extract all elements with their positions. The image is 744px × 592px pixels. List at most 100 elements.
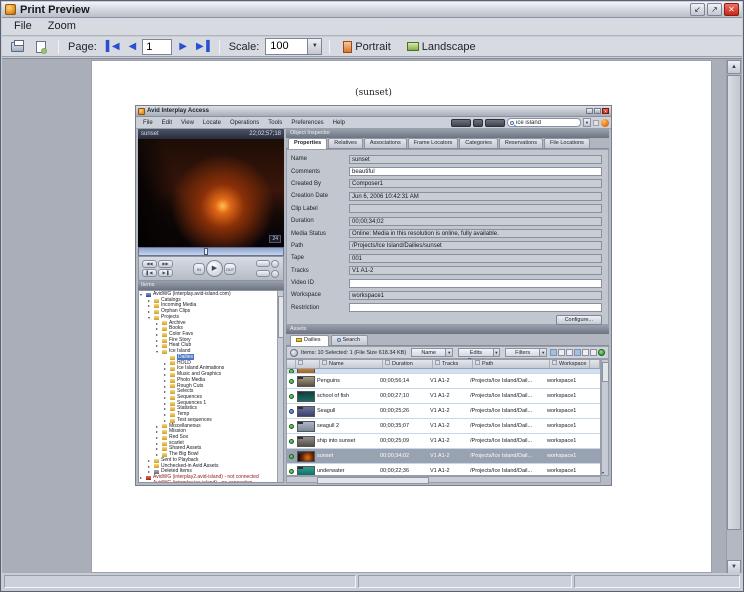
app-menu-help: Help <box>332 119 346 126</box>
field-label: Name <box>291 156 308 163</box>
landscape-icon <box>406 42 419 51</box>
mark-in-button: IN <box>193 262 205 275</box>
view-detail-button <box>566 349 574 356</box>
app-toolbar-button <box>473 118 483 127</box>
app-title: Avid Interplay Access <box>147 108 209 114</box>
field-label: Tape <box>291 255 305 262</box>
clip-thumbnail <box>297 375 315 387</box>
assets-panel-header: Assets <box>286 325 609 334</box>
sort-by-combo: Name ▼ <box>411 348 454 357</box>
view-thumbnails-button <box>550 349 558 356</box>
go-to-start-button: ▌◀ <box>142 269 157 277</box>
preview-area: (sunset) Avid Interplay Access _ □ ✕ Fil… <box>2 58 742 574</box>
print-preview-window: Print Preview ↙ ↗ ✕ File Zoom Page: ▌◀ ◀… <box>0 0 744 592</box>
scroll-down-icon[interactable]: ▼ <box>727 560 741 574</box>
toolbar: Page: ▌◀ ◀ ▶ ▶▐ Scale: 100 ▼ Portrait La… <box>2 37 742 57</box>
app-menu-edit: Edit <box>161 119 173 126</box>
reserved-status-icon <box>289 408 294 414</box>
asset-row-selected: sunset 00;00;34;02 V1 A1-2/Projects/Ice Is… <box>287 449 600 464</box>
asset-row: Seagull 00;00;25;26 V1 A1-2/Projects/Ice I… <box>287 404 600 419</box>
avid-app-icon <box>138 107 145 115</box>
app-menu-file: File <box>143 119 153 126</box>
field-label: Workspace <box>291 292 321 299</box>
landscape-button[interactable]: Landscape <box>401 39 482 55</box>
scrub-bar <box>138 247 284 256</box>
tab-frame-locators: Frame Locators <box>407 138 459 148</box>
minimize-button[interactable]: ↙ <box>690 3 705 16</box>
online-status-icon <box>289 393 294 399</box>
menu-zoom[interactable]: Zoom <box>40 19 84 34</box>
page-number-input[interactable] <box>142 38 173 55</box>
view-mode-buttons <box>550 349 606 356</box>
portrait-button[interactable]: Portrait <box>337 39 396 55</box>
scroll-up-icon[interactable]: ▲ <box>727 60 741 74</box>
menu-file[interactable]: File <box>6 19 40 34</box>
go-to-end-button: ▶▐ <box>158 269 173 277</box>
refresh-icon <box>290 348 298 357</box>
column-workspace: Workspace <box>550 360 590 368</box>
view-text-button <box>590 349 598 356</box>
print-button[interactable] <box>7 38 27 55</box>
assets-toolbar: Items: 10 Selected: 1 (File Size 618.34 … <box>286 346 609 364</box>
scale-value[interactable]: 100 <box>265 38 308 55</box>
configure-button: Configure... <box>555 315 602 326</box>
asset-row: underwater 00;00;22;36 V1 A1-2/Projects/Ic… <box>287 464 600 475</box>
interplay-logo-icon <box>601 118 609 127</box>
field-media-status: Online: Media in this resolution is onli… <box>349 229 602 239</box>
preset-combo: Edits Preset▼ <box>458 348 501 364</box>
column-duration: Duration <box>383 360 433 368</box>
tab-categories: Categories <box>459 138 498 148</box>
portrait-icon <box>343 40 353 53</box>
app-menu-bar: File Edit View Locate Operations Tools P… <box>136 117 611 129</box>
field-restriction <box>349 303 602 313</box>
tab-associations: Associations <box>363 138 407 148</box>
status-segment <box>574 575 740 588</box>
menu-bar: File Zoom <box>2 18 742 36</box>
clip-thumbnail <box>297 450 315 462</box>
assets-status-text: Items: 10 Selected: 1 (File Size 618.34 … <box>301 349 407 356</box>
column-path: Path <box>473 360 550 368</box>
mark-out-button: OUT <box>224 262 236 275</box>
folder-icon <box>296 338 302 342</box>
step-back-button: ◀◀ <box>142 260 157 268</box>
app-toolbar-button <box>451 118 471 127</box>
app-left-column: sunset 22;02;57;18 24 ◀◀ ▶▶ ▌◀ ▶▐ IN ▶ O… <box>138 129 284 483</box>
previous-page-button[interactable]: ◀ <box>126 41 139 52</box>
tree-item-disconnected: AvidWG (interplay.ice-island) - no conne… <box>139 480 283 482</box>
page-setup-button[interactable] <box>31 38 51 55</box>
last-page-button[interactable]: ▶▐ <box>193 41 212 52</box>
next-page-button[interactable]: ▶ <box>176 41 189 52</box>
assets-horizontal-scrollbar <box>286 476 601 484</box>
scrub-thumb <box>203 248 208 255</box>
field-label: Creation Date <box>291 193 329 200</box>
scale-combo[interactable]: 100 ▼ <box>265 38 323 55</box>
player-header: sunset 22;02;57;18 <box>138 129 284 139</box>
field-name: sunset <box>349 154 602 164</box>
field-label: Created By <box>291 180 322 187</box>
preview-scrollbar[interactable]: ▲ ▼ <box>726 60 741 574</box>
maximize-button[interactable]: ↗ <box>707 3 722 16</box>
app-toolbar-mini-button <box>593 119 599 126</box>
app-menu-view: View <box>181 119 194 126</box>
tree-panel-header: Items <box>138 281 284 290</box>
dropdown-arrow-icon: ▼ <box>492 348 501 357</box>
online-status-icon <box>289 369 294 373</box>
app-search-box: ice island <box>507 118 581 127</box>
tree-scrollbar <box>277 291 283 482</box>
audio-button <box>256 270 270 277</box>
scale-dropdown-arrow-icon[interactable]: ▼ <box>307 38 323 55</box>
online-indicator-icon <box>598 349 606 356</box>
status-segment <box>358 575 572 588</box>
app-maximize-button: □ <box>594 108 601 114</box>
printed-page: (sunset) Avid Interplay Access _ □ ✕ Fil… <box>91 60 712 573</box>
field-clip-label <box>349 204 602 214</box>
first-page-button[interactable]: ▌◀ <box>103 41 122 52</box>
online-status-icon <box>289 423 294 429</box>
field-comments: beautiful <box>349 167 602 177</box>
scrollbar-thumb[interactable] <box>727 75 741 530</box>
field-workspace: workspace1 <box>349 290 602 300</box>
asset-row: seagull 2 00;00;35;07 V1 A1-2/Projects/Ice… <box>287 419 600 434</box>
field-label: Tracks <box>291 267 309 274</box>
close-button[interactable]: ✕ <box>724 3 739 16</box>
field-tracks: V1 A1-2 <box>349 266 602 276</box>
